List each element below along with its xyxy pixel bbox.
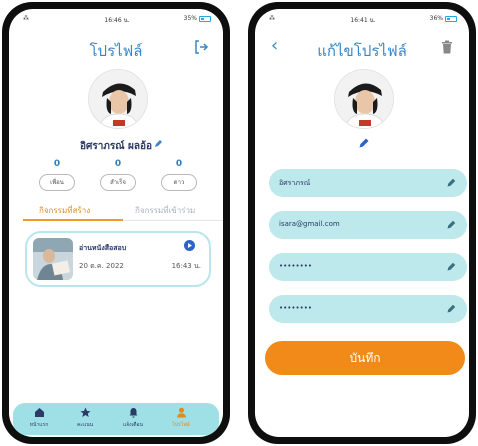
nav-notifications-label: แจ้งเตือน [123, 422, 143, 428]
activity-thumbnail [33, 238, 73, 280]
stars-count: 0 [175, 159, 183, 169]
confirm-password-value: •••••••• [279, 304, 313, 312]
profile-screen: ⁂ 16:46 น. 35% โปรไฟล์ อิศราภรณ์ ผลอ้อ 0… [9, 9, 223, 437]
user-icon [176, 407, 186, 418]
tab-joined-activities[interactable]: กิจกรรมที่เข้าร่วม [135, 204, 195, 217]
pencil-icon[interactable] [153, 139, 163, 149]
nav-notifications[interactable]: แจ้งเตือน [111, 407, 155, 429]
success-button[interactable]: สำเร็จ [100, 174, 136, 191]
pencil-icon[interactable] [446, 177, 457, 188]
password-value: •••••••• [279, 262, 313, 270]
battery-icon [199, 16, 211, 22]
bottom-nav: หน้าแรก คะแนน แจ้งเตือน โปรไฟล์ [13, 403, 219, 435]
pencil-icon[interactable] [446, 261, 457, 272]
home-icon [34, 408, 44, 417]
name-value: อิศราภรณ์ [279, 179, 311, 187]
active-tab-indicator [23, 219, 123, 221]
save-button[interactable]: บันทึก [265, 341, 465, 375]
avatar[interactable] [334, 69, 394, 129]
profile-name: อิศราภรณ์ ผลอ้อ [79, 141, 153, 152]
activity-time: 16:43 น. [171, 262, 201, 270]
pencil-icon[interactable] [446, 219, 457, 230]
pencil-icon[interactable] [358, 137, 370, 149]
name-field[interactable]: อิศราภรณ์ [269, 169, 467, 197]
friends-count: 0 [53, 159, 61, 169]
nav-profile[interactable]: โปรไฟล์ [159, 407, 203, 429]
tab-created-activities[interactable]: กิจกรรมที่สร้าง [39, 204, 90, 217]
email-field[interactable]: isara@gmail.com [269, 211, 467, 239]
nav-home-label: หน้าแรก [29, 422, 49, 428]
trash-icon[interactable] [441, 40, 453, 54]
avatar [88, 69, 148, 129]
email-value: isara@gmail.com [279, 220, 340, 228]
success-count: 0 [114, 159, 122, 169]
star-icon [80, 407, 90, 417]
nav-score-label: คะแนน [76, 422, 94, 428]
activity-card[interactable]: อ่านหนังสือสอบ 20 ต.ค. 2022 16:43 น. [25, 231, 211, 287]
confirm-password-field[interactable]: •••••••• [269, 295, 467, 323]
page-title: โปรไฟล์ [89, 42, 143, 60]
page-title: แก้ไขโปรไฟล์ [317, 42, 407, 60]
password-field[interactable]: •••••••• [269, 253, 467, 281]
battery-level: 35% [183, 15, 197, 22]
status-bar: ⁂ 16:46 น. 35% [23, 15, 211, 25]
pencil-icon[interactable] [446, 303, 457, 314]
battery-icon [445, 16, 457, 22]
nav-profile-label: โปรไฟล์ [172, 422, 190, 428]
bell-icon [129, 408, 137, 418]
phone-edit-profile: ⁂ 16:41 น. 36% ‹ แก้ไขโปรไฟล์ อิศราภรณ์ … [248, 2, 476, 444]
logout-icon[interactable] [193, 39, 209, 55]
battery-level: 36% [429, 15, 443, 22]
edit-profile-screen: ⁂ 16:41 น. 36% ‹ แก้ไขโปรไฟล์ อิศราภรณ์ … [255, 9, 469, 437]
activity-title: อ่านหนังสือสอบ [79, 244, 127, 252]
status-bar: ⁂ 16:41 น. 36% [269, 15, 457, 25]
stars-button[interactable]: ดาว [161, 174, 197, 191]
tab-divider [123, 220, 223, 221]
activity-date: 20 ต.ค. 2022 [79, 262, 124, 270]
nav-home[interactable]: หน้าแรก [17, 407, 61, 429]
friends-button[interactable]: เพื่อน [39, 174, 75, 191]
play-icon[interactable] [184, 240, 195, 251]
nav-score[interactable]: คะแนน [63, 407, 107, 429]
phone-profile: ⁂ 16:46 น. 35% โปรไฟล์ อิศราภรณ์ ผลอ้อ 0… [2, 2, 230, 444]
